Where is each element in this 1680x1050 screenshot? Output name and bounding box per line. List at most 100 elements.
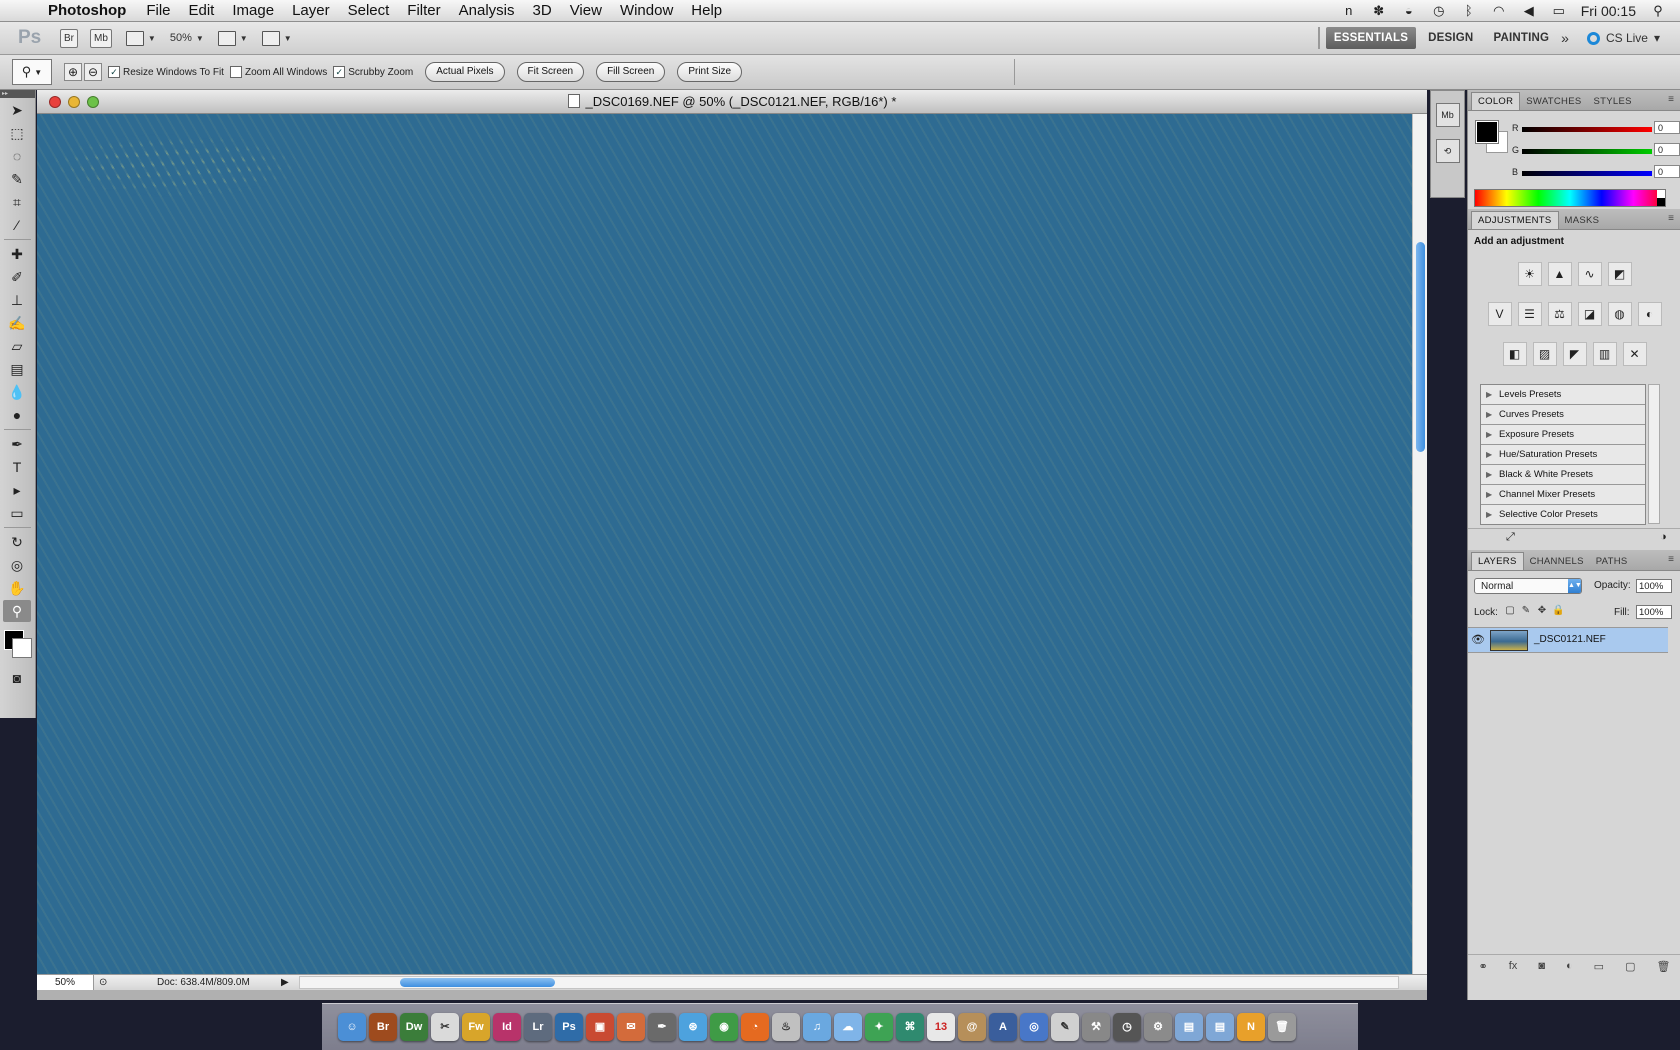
invert-icon[interactable]: ◧ (1502, 342, 1527, 366)
document-title-bar[interactable]: _DSC0169.NEF @ 50% (_DSC0121.NEF, RGB/16… (37, 90, 1427, 114)
healing-brush-tool-icon[interactable]: ✚ (3, 243, 31, 265)
3d-orbit-tool-icon[interactable]: ◎ (3, 554, 31, 576)
quick-selection-tool-icon[interactable]: ✎ (3, 168, 31, 190)
horizontal-scroll-thumb[interactable] (400, 978, 555, 987)
eraser-tool-icon[interactable]: ▱ (3, 335, 31, 357)
lock-position-icon[interactable]: ✥ (1536, 605, 1548, 617)
vertical-scroll-thumb[interactable] (1416, 242, 1425, 452)
green-value-field[interactable]: 0 (1654, 143, 1680, 156)
view-extras-menu[interactable]: ▼ (125, 30, 156, 46)
game-center-icon[interactable]: ✦ (865, 1013, 893, 1041)
expand-view-icon[interactable]: ⤢ (1506, 531, 1515, 544)
applications-folder-icon[interactable]: ▤ (1175, 1013, 1203, 1041)
3d-rotate-tool-icon[interactable]: ↻ (3, 531, 31, 553)
maximize-window-button[interactable] (87, 96, 99, 108)
lasso-tool-icon[interactable]: ◌ (3, 145, 31, 167)
panel-menu-icon[interactable]: ≡ (1668, 213, 1674, 224)
selective-color-icon[interactable]: ✕ (1622, 342, 1647, 366)
tab-paths[interactable]: PATHS (1590, 553, 1634, 570)
add-mask-icon[interactable]: ◙ (1538, 960, 1545, 972)
tab-adjustments[interactable]: ADJUSTMENTS (1471, 211, 1559, 229)
new-group-icon[interactable]: ▭ (1594, 960, 1604, 973)
history-panel-icon[interactable]: ⟲ (1435, 139, 1460, 163)
tab-styles[interactable]: STYLES (1587, 93, 1637, 110)
arrange-documents-menu[interactable]: ▼ (217, 30, 248, 46)
drive-icon[interactable]: ◒ (1401, 3, 1417, 18)
chrome-icon[interactable]: ◉ (710, 1013, 738, 1041)
opacity-field[interactable]: 100% (1636, 579, 1672, 593)
fit-screen-button[interactable]: Fit Screen (516, 62, 585, 82)
lock-all-icon[interactable]: 🔒 (1552, 605, 1564, 617)
preset-levels[interactable]: Levels Presets (1481, 385, 1645, 405)
preset-hue-saturation[interactable]: Hue/Saturation Presets (1481, 445, 1645, 465)
nik-app-icon[interactable]: N (1237, 1013, 1265, 1041)
history-brush-tool-icon[interactable]: ✍ (3, 312, 31, 334)
dock-app-photoshop[interactable]: Ps (555, 1013, 583, 1041)
network-app-icon[interactable]: ⌘ (896, 1013, 924, 1041)
tab-channels[interactable]: CHANNELS (1524, 553, 1590, 570)
menu-view[interactable]: View (561, 2, 611, 19)
workspace-painting[interactable]: PAINTING (1485, 27, 1557, 49)
bluetooth-icon[interactable]: ᛒ (1461, 3, 1477, 18)
layer-style-icon[interactable]: fx (1509, 960, 1518, 972)
blur-tool-icon[interactable]: 💧 (3, 381, 31, 403)
scrubby-zoom-checkbox[interactable]: ✓ Scrubby Zoom (333, 66, 413, 78)
green-slider[interactable] (1522, 149, 1652, 154)
cs-live-menu[interactable]: CS Live ▾ (1586, 31, 1660, 45)
exposure-icon[interactable]: ◩ (1607, 262, 1632, 286)
preview-icon[interactable]: ✂ (431, 1013, 459, 1041)
threshold-icon[interactable]: ◤ (1562, 342, 1587, 366)
blue-value-field[interactable]: 0 (1654, 165, 1680, 178)
color-spectrum-ramp[interactable] (1474, 189, 1666, 207)
panel-menu-icon[interactable]: ≡ (1668, 94, 1674, 105)
horizontal-scrollbar[interactable] (299, 976, 1399, 989)
tool-preset-picker[interactable]: ⚲ ▼ (12, 59, 52, 85)
new-layer-icon[interactable]: ▢ (1625, 960, 1635, 973)
preset-black-white[interactable]: Black & White Presets (1481, 465, 1645, 485)
presentation-app-icon[interactable]: ▣ (586, 1013, 614, 1041)
menu-3d[interactable]: 3D (524, 2, 561, 19)
address-book-icon[interactable]: @ (958, 1013, 986, 1041)
image-canvas[interactable] (37, 114, 1412, 974)
lock-pixels-icon[interactable]: ✎ (1520, 605, 1532, 617)
move-tool-icon[interactable]: ➤ (3, 99, 31, 121)
presets-scrollbar[interactable] (1648, 384, 1660, 524)
dock-app-dreamweaver[interactable]: Dw (400, 1013, 428, 1041)
blend-mode-select[interactable]: Normal ▲▼ (1474, 578, 1582, 594)
menu-image[interactable]: Image (223, 2, 283, 19)
finder-icon[interactable]: ☺ (338, 1013, 366, 1041)
n-app-icon[interactable]: n (1341, 3, 1357, 18)
spotlight-search-icon[interactable]: ⚲ (1650, 3, 1666, 18)
background-color-swatch[interactable] (12, 638, 32, 658)
safari-icon[interactable]: ⊛ (679, 1013, 707, 1041)
app-store-icon[interactable]: A (989, 1013, 1017, 1041)
dock-app-calendar[interactable]: 13 (927, 1013, 955, 1041)
documents-folder-icon[interactable]: ▤ (1206, 1013, 1234, 1041)
onion-app-icon[interactable]: ♨ (772, 1013, 800, 1041)
dock-app-indesign[interactable]: Id (493, 1013, 521, 1041)
gradient-map-icon[interactable]: ▥ (1592, 342, 1617, 366)
menu-analysis[interactable]: Analysis (450, 2, 524, 19)
clone-stamp-tool-icon[interactable]: ⊥ (3, 289, 31, 311)
tools-app-icon[interactable]: ⚒ (1082, 1013, 1110, 1041)
brush-tool-icon[interactable]: ✐ (3, 266, 31, 288)
preset-channel-mixer[interactable]: Channel Mixer Presets (1481, 485, 1645, 505)
script-app-icon[interactable]: ✎ (1051, 1013, 1079, 1041)
quick-mask-icon[interactable]: ◙ (3, 667, 31, 689)
layer-name[interactable]: _DSC0121.NEF (1534, 628, 1606, 652)
foreground-color-chip[interactable] (1475, 120, 1499, 144)
screen-mode-menu[interactable]: ▼ (261, 30, 292, 46)
crop-tool-icon[interactable]: ⌗ (3, 191, 31, 213)
layer-row[interactable]: 👁 _DSC0121.NEF (1468, 627, 1668, 653)
tools-collapse-icon[interactable]: ▸▸ (0, 90, 35, 98)
tab-color[interactable]: COLOR (1471, 92, 1521, 110)
close-window-button[interactable] (49, 96, 61, 108)
dock-app-lightroom[interactable]: Lr (524, 1013, 552, 1041)
volume-icon[interactable]: ◀ (1521, 3, 1537, 18)
firefox-icon[interactable]: ◔ (741, 1013, 769, 1041)
launch-minibridge-button[interactable]: Mb (90, 28, 112, 48)
actual-pixels-button[interactable]: Actual Pixels (425, 62, 505, 82)
brightness-contrast-icon[interactable]: ☀ (1517, 262, 1542, 286)
menu-help[interactable]: Help (682, 2, 731, 19)
chat-app-icon[interactable]: ✉ (617, 1013, 645, 1041)
